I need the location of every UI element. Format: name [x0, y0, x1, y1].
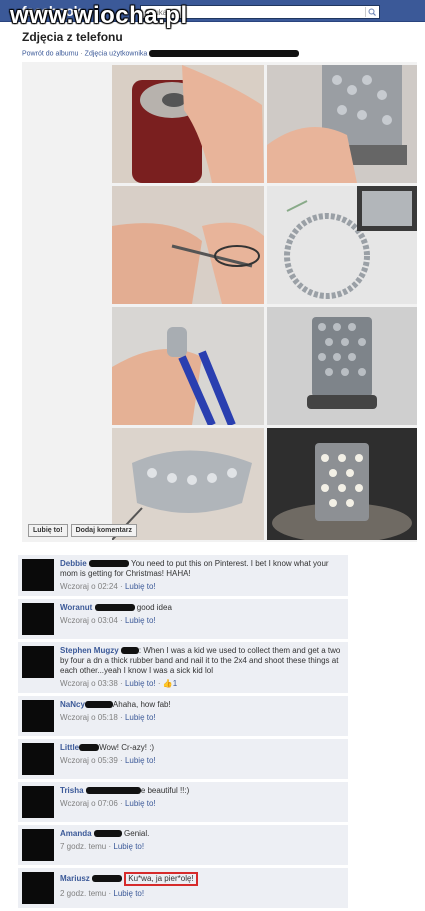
comment-like-link[interactable]: Lubię to! [125, 582, 156, 591]
comment-timestamp[interactable]: 7 godz. temu [60, 842, 106, 851]
photo-tab-ring [267, 186, 417, 304]
back-to-album-link[interactable]: Powrót do albumu [22, 50, 78, 57]
meta-separator: · [120, 679, 123, 688]
redacted-surname [92, 875, 123, 883]
breadcrumb-separator: · [80, 50, 83, 58]
commenter-name[interactable]: Trisha [60, 786, 84, 795]
site-watermark: www.wiocha.pl [10, 2, 188, 29]
redacted-user-name [149, 50, 300, 57]
redacted-surname [88, 560, 129, 568]
comment-timestamp[interactable]: Wczoraj o 07:06 [60, 799, 118, 808]
comment-like-link[interactable]: Lubię to! [125, 679, 156, 688]
commenter-name[interactable]: Amanda [60, 829, 92, 838]
search-icon[interactable] [365, 7, 377, 17]
avatar[interactable] [22, 559, 54, 591]
meta-separator: · [108, 842, 112, 851]
avatar[interactable] [22, 700, 54, 732]
meta-separator: · [120, 713, 123, 722]
comment-item: NaNcy Ahaha, how fab! Wczoraj o 05:18 · L… [18, 696, 348, 737]
avatar[interactable] [22, 829, 54, 861]
like-photo-button[interactable]: Lubię to! [28, 524, 68, 537]
comment-timestamp[interactable]: Wczoraj o 03:38 [60, 679, 118, 688]
comment-text: good idea [134, 603, 172, 612]
redacted-surname [79, 744, 100, 752]
avatar[interactable] [22, 786, 54, 818]
photo-bending-wire [112, 186, 264, 304]
comment-item: Stephen Mugzy : When I was a kid we used… [18, 642, 348, 694]
meta-separator: · [120, 799, 123, 808]
photo-can-tab [112, 65, 264, 183]
photo-lamp-lit [267, 428, 417, 540]
comment-like-link[interactable]: Lubię to! [113, 889, 144, 898]
comment-like-link[interactable]: Lubię to! [125, 756, 156, 765]
comment-text: Genial. [121, 829, 150, 838]
thumbs-up-icon[interactable]: 👍 [163, 679, 173, 688]
breadcrumb: Powrót do albumu · Zdjęcia użytkownika [22, 50, 300, 58]
photo-finished-lamp [267, 307, 417, 425]
comment-like-link[interactable]: Lubię to! [125, 616, 156, 625]
comment-timestamp[interactable]: Wczoraj o 05:18 [60, 713, 118, 722]
meta-separator: · [120, 756, 123, 765]
album-title: Zdjęcia z telefonu [22, 30, 123, 44]
meta-separator: · [120, 616, 123, 625]
comment-item: Trisha e beautiful !!:) Wczoraj o 07:06 … [18, 782, 348, 823]
avatar[interactable] [22, 872, 54, 904]
redacted-surname [93, 830, 122, 838]
comment-item: Woranut good idea Wczoraj o 03:04 · Lubi… [18, 599, 348, 640]
redacted-surname [120, 647, 139, 655]
commenter-name[interactable]: NaNcy [60, 700, 85, 709]
comment-item: Little Wow! Cr-azy! :) Wczoraj o 05:39 · … [18, 739, 348, 780]
avatar[interactable] [22, 603, 54, 635]
commenter-name[interactable]: Stephen Mugzy [60, 646, 119, 655]
highlighted-comment-text: Ku*wa, ja pier*olę! [124, 872, 198, 886]
comment-timestamp[interactable]: 2 godz. temu [60, 889, 106, 898]
add-comment-button[interactable]: Dodaj komentarz [70, 524, 137, 537]
comments-list: Debbie You need to put this on Pinterest… [18, 555, 348, 911]
commenter-name[interactable]: Mariusz [60, 874, 90, 883]
comment-text: Wow! Cr-azy! :) [99, 743, 155, 752]
photo-pliers [112, 307, 264, 425]
comment-like-link[interactable]: Lubię to! [125, 799, 156, 808]
photo-actions: Lubię to! Dodaj komentarz [28, 524, 137, 537]
comment-timestamp[interactable]: Wczoraj o 02:24 [60, 582, 118, 591]
commenter-name[interactable]: Debbie [60, 559, 87, 568]
comment-text: e beautiful !!:) [140, 786, 190, 795]
comment-item: Mariusz Ku*wa, ja pier*olę! 2 godz. temu… [18, 868, 348, 909]
comment-item: Debbie You need to put this on Pinterest… [18, 555, 348, 597]
meta-separator: · [157, 679, 161, 688]
user-photos-link[interactable]: Zdjęcia użytkownika [85, 50, 148, 57]
comment-like-link[interactable]: Lubię to! [125, 713, 156, 722]
redacted-surname [94, 604, 135, 612]
redacted-surname [84, 701, 113, 709]
avatar[interactable] [22, 646, 54, 678]
comment-likes-count[interactable]: 1 [173, 679, 177, 688]
meta-separator: · [120, 582, 123, 591]
avatar[interactable] [22, 743, 54, 775]
commenter-name[interactable]: Woranut [60, 603, 92, 612]
meta-separator: · [108, 889, 112, 898]
comment-like-link[interactable]: Lubię to! [113, 842, 144, 851]
redacted-surname [85, 787, 141, 795]
comment-text: Ahaha, how fab! [112, 700, 171, 709]
comment-item: Amanda Genial. 7 godz. temu · Lubię to! [18, 825, 348, 866]
comment-timestamp[interactable]: Wczoraj o 03:04 [60, 616, 118, 625]
comment-timestamp[interactable]: Wczoraj o 05:39 [60, 756, 118, 765]
commenter-name[interactable]: Little [60, 743, 79, 752]
photo-lamp-making [267, 65, 417, 183]
photo-viewer[interactable] [22, 62, 417, 542]
